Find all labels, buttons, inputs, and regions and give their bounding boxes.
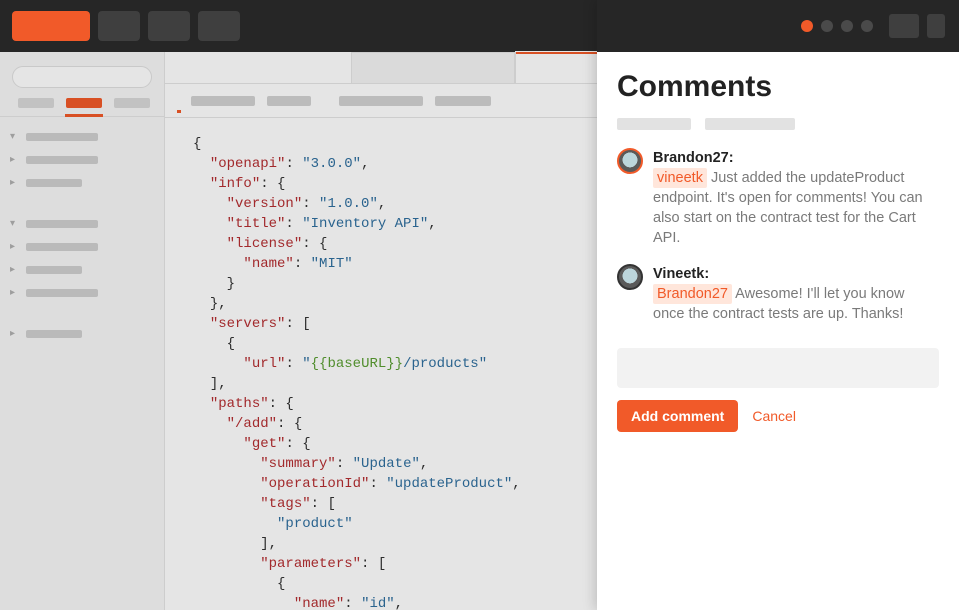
panel-meta xyxy=(617,118,939,130)
add-comment-button[interactable]: Add comment xyxy=(617,400,738,432)
chevron-right-icon: ▸ xyxy=(10,177,18,188)
sidebar-item[interactable]: ▸ xyxy=(10,264,154,275)
topbar-button-3[interactable] xyxy=(198,11,240,41)
chevron-right-icon: ▸ xyxy=(10,154,18,165)
panel-top-button[interactable] xyxy=(927,14,945,38)
mention[interactable]: vineetk xyxy=(653,168,707,188)
comment-item: Brandon27:vineetk Just added the updateP… xyxy=(617,148,939,248)
panel-title: Comments xyxy=(617,70,939,104)
panel-indicator-dot[interactable] xyxy=(801,20,813,32)
cancel-button[interactable]: Cancel xyxy=(752,408,796,424)
sidebar-item[interactable]: ▸ xyxy=(10,241,154,252)
comments-panel: Comments Brandon27:vineetk Just added th… xyxy=(597,0,959,610)
panel-indicator-dot[interactable] xyxy=(841,20,853,32)
chevron-right-icon: ▸ xyxy=(10,328,18,339)
mention[interactable]: Brandon27 xyxy=(653,284,732,304)
panel-top-button[interactable] xyxy=(889,14,919,38)
sidebar-list: ▾ ▸ ▸ ▾ ▸ ▸ ▸ ▸ xyxy=(0,117,164,353)
compose-area: Add comment Cancel xyxy=(617,348,939,432)
sidebar-item[interactable]: ▾ xyxy=(10,131,154,142)
editor-tab-1[interactable] xyxy=(351,52,515,83)
sidebar-item[interactable]: ▸ xyxy=(10,177,154,188)
sidebar-tab-3[interactable] xyxy=(114,98,150,108)
sidebar-tab-1[interactable] xyxy=(18,98,54,108)
panel-top-bar xyxy=(597,0,959,52)
subbar-item[interactable] xyxy=(339,96,423,106)
subbar-item[interactable] xyxy=(435,96,491,106)
topbar-primary-button[interactable] xyxy=(12,11,90,41)
comment-body: Brandon27:vineetk Just added the updateP… xyxy=(653,148,939,248)
sidebar-item[interactable]: ▸ xyxy=(10,154,154,165)
chevron-right-icon: ▸ xyxy=(10,241,18,252)
sidebar-item[interactable]: ▸ xyxy=(10,328,154,339)
sidebar-item[interactable]: ▾ xyxy=(10,218,154,229)
comment-item: Vineetk:Brandon27 Awesome! I'll let you … xyxy=(617,264,939,324)
active-tab-indicator xyxy=(515,51,599,54)
topbar-button-1[interactable] xyxy=(98,11,140,41)
subbar-item[interactable] xyxy=(267,96,311,106)
topbar-button-2[interactable] xyxy=(148,11,190,41)
chevron-right-icon: ▸ xyxy=(10,264,18,275)
avatar xyxy=(617,148,643,174)
panel-indicator-dot[interactable] xyxy=(821,20,833,32)
comments-list: Brandon27:vineetk Just added the updateP… xyxy=(617,148,939,324)
comment-body: Vineetk:Brandon27 Awesome! I'll let you … xyxy=(653,264,939,324)
sidebar-tabs xyxy=(0,98,164,117)
chevron-down-icon: ▾ xyxy=(10,218,18,229)
search-input[interactable] xyxy=(12,66,152,88)
subbar-item[interactable] xyxy=(191,96,255,106)
chevron-down-icon: ▾ xyxy=(10,131,18,142)
editor-tab-2[interactable] xyxy=(515,52,599,83)
avatar xyxy=(617,264,643,290)
comment-input[interactable] xyxy=(617,348,939,388)
comment-author: Brandon27: xyxy=(653,150,734,166)
comment-author: Vineetk: xyxy=(653,266,709,282)
panel-indicator-dot[interactable] xyxy=(861,20,873,32)
sidebar-tab-2[interactable] xyxy=(66,98,102,108)
sidebar: ▾ ▸ ▸ ▾ ▸ ▸ ▸ ▸ xyxy=(0,52,165,610)
sidebar-item[interactable]: ▸ xyxy=(10,287,154,298)
chevron-right-icon: ▸ xyxy=(10,287,18,298)
